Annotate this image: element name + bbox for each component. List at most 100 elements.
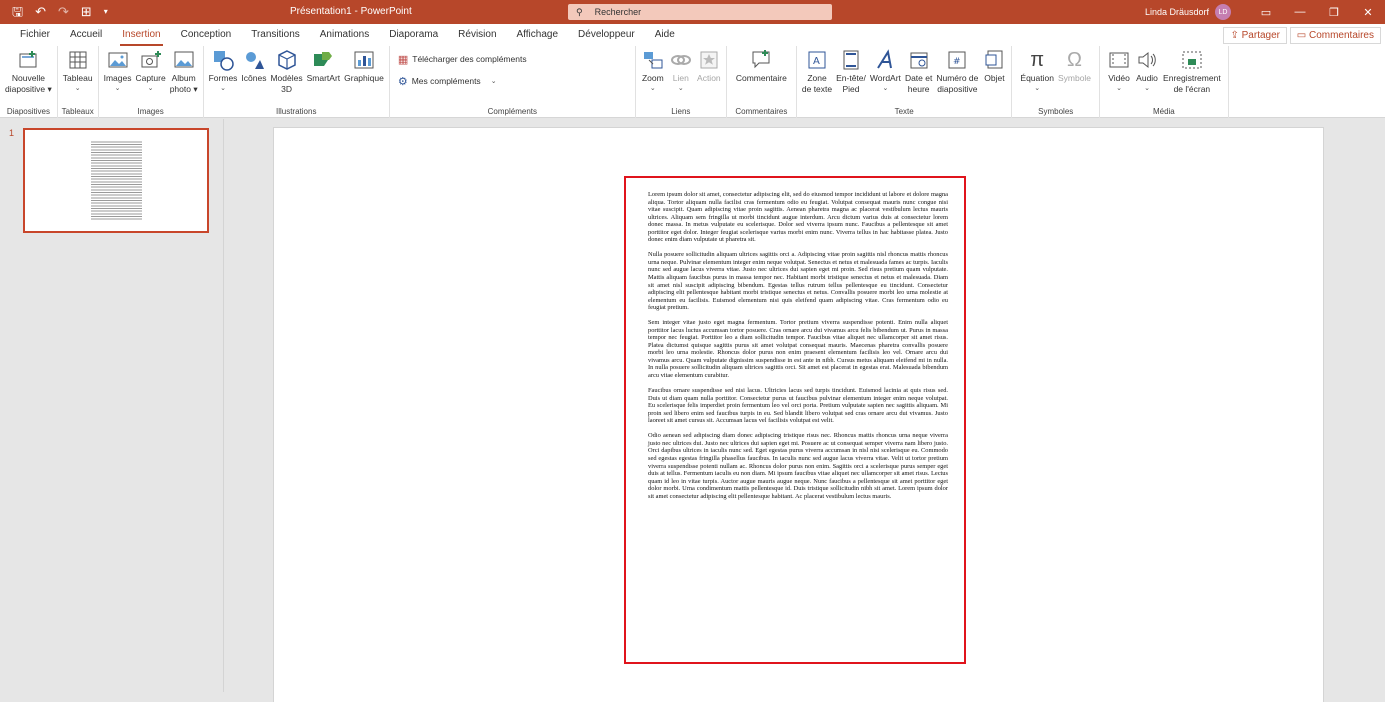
symbol-button[interactable]: Ω Symbole: [1056, 46, 1093, 84]
photo-album-icon: [172, 49, 196, 71]
tab-accueil[interactable]: Accueil: [60, 24, 112, 46]
icons-button[interactable]: Icônes: [239, 46, 268, 84]
restore-icon[interactable]: ❐: [1317, 6, 1351, 19]
text-box[interactable]: Lorem ipsum dolor sit amet, consectetur …: [624, 176, 966, 664]
chart-label: Graphique: [344, 73, 384, 84]
undo-icon[interactable]: ↶: [35, 4, 46, 20]
save-icon[interactable]: 🖫: [12, 4, 23, 20]
audio-button[interactable]: Audio ⌄: [1133, 46, 1161, 93]
table-button[interactable]: Tableau ⌄: [61, 46, 95, 93]
tab-fichier[interactable]: Fichier: [10, 24, 60, 46]
wordart-label: WordArt: [870, 73, 901, 84]
photo-album-button[interactable]: Album photo ▾: [168, 46, 200, 95]
smartart-button[interactable]: SmartArt: [305, 46, 343, 84]
chart-button[interactable]: Graphique: [342, 46, 386, 84]
text-box-label-2: de texte: [802, 84, 832, 95]
get-addins-label: Télécharger des compléments: [412, 54, 526, 64]
thumbnail-text-preview: [91, 140, 142, 220]
customize-toolbar-icon[interactable]: ▾: [104, 4, 108, 20]
close-icon[interactable]: ✕: [1351, 6, 1385, 19]
share-button[interactable]: ⇪ Partager: [1223, 27, 1287, 44]
new-slide-button[interactable]: Nouvelle diapositive ▾: [3, 46, 54, 95]
minimize-icon[interactable]: —: [1283, 6, 1317, 18]
group-liens: Zoom ⌄ Lien ⌄ Action Liens: [636, 46, 727, 118]
tab-animations[interactable]: Animations: [310, 24, 379, 46]
text-box-button[interactable]: A Zone de texte: [800, 46, 834, 95]
3d-models-label-2: 3D: [281, 84, 292, 95]
comment-icon: [749, 49, 773, 71]
paragraph: Nulla posuere sollicitudin aliquam ultri…: [648, 251, 948, 311]
zoom-button[interactable]: Zoom ⌄: [639, 46, 667, 93]
symbol-label: Symbole: [1058, 73, 1091, 84]
video-icon: [1107, 49, 1131, 71]
shapes-button[interactable]: Formes ⌄: [207, 46, 240, 93]
tab-insertion[interactable]: Insertion: [112, 24, 170, 46]
photo-album-label-2: photo ▾: [170, 84, 198, 95]
ribbon-display-options-icon[interactable]: ▭: [1249, 6, 1283, 19]
speaker-icon: [1135, 49, 1159, 71]
group-texte: A Zone de texte En-tête/ Pied WordArt ⌄ …: [797, 46, 1013, 118]
header-footer-label-2: Pied: [843, 84, 860, 95]
group-complements: ▦ Télécharger des compléments ⚙ Mes comp…: [390, 46, 636, 118]
images-label: Images: [104, 73, 132, 84]
group-tableaux: Tableau ⌄ Tableaux: [58, 46, 99, 118]
group-label-images: Images: [99, 107, 203, 116]
svg-text:#: #: [953, 57, 961, 67]
window-title: Présentation1 - PowerPoint: [290, 0, 412, 24]
tab-revision[interactable]: Révision: [448, 24, 506, 46]
screen-recording-button[interactable]: Enregistrement de l'écran: [1161, 46, 1223, 95]
audio-label: Audio: [1136, 73, 1158, 84]
tab-diaporama[interactable]: Diaporama: [379, 24, 448, 46]
get-addins-button[interactable]: ▦ Télécharger des compléments: [398, 50, 527, 68]
tab-affichage[interactable]: Affichage: [507, 24, 569, 46]
screenshot-button[interactable]: Capture ⌄: [133, 46, 167, 93]
group-label-texte: Texte: [797, 107, 1012, 116]
search-placeholder: Rechercher: [595, 7, 642, 17]
link-icon: [669, 49, 693, 71]
group-label-commentaires: Commentaires: [727, 107, 796, 116]
presentation-start-icon[interactable]: ⊞: [81, 4, 92, 20]
3d-models-label-1: Modèles: [270, 73, 302, 84]
object-button[interactable]: Objet: [980, 46, 1008, 84]
equation-button[interactable]: π Équation ⌄: [1018, 46, 1056, 93]
slide-number-button[interactable]: # Numéro de diapositive: [934, 46, 980, 95]
main-area: 1 Lorem ipsum dolor sit amet, consectetu…: [0, 119, 1385, 692]
tab-aide[interactable]: Aide: [645, 24, 685, 46]
wordart-button[interactable]: WordArt ⌄: [868, 46, 903, 93]
redo-icon[interactable]: ↷: [58, 4, 69, 20]
header-footer-button[interactable]: En-tête/ Pied: [834, 46, 868, 95]
search-icon: ⚲: [576, 7, 583, 18]
title-bar: 🖫 ↶ ↷ ⊞ ▾ Présentation1 - PowerPoint ⚲ R…: [0, 0, 1385, 24]
tab-transitions[interactable]: Transitions: [241, 24, 310, 46]
date-time-button[interactable]: Date et heure: [903, 46, 934, 95]
date-time-label-1: Date et: [905, 73, 932, 84]
slide-canvas: Lorem ipsum dolor sit amet, consectetur …: [224, 119, 1385, 692]
link-button[interactable]: Lien ⌄: [667, 46, 695, 93]
chevron-down-icon: ⌄: [678, 84, 684, 93]
slide-thumbnail[interactable]: [23, 128, 209, 233]
slide[interactable]: Lorem ipsum dolor sit amet, consectetur …: [274, 128, 1323, 702]
avatar[interactable]: LD: [1215, 4, 1231, 20]
text-box-label-1: Zone: [807, 73, 826, 84]
3d-models-button[interactable]: Modèles 3D: [268, 46, 304, 95]
tab-conception[interactable]: Conception: [171, 24, 242, 46]
photo-album-label-1: Album: [172, 73, 196, 84]
new-slide-label-1: Nouvelle: [12, 73, 45, 84]
slide-thumbnails-pane: 1: [0, 119, 224, 692]
slide-number: 1: [9, 128, 14, 138]
action-star-icon: [697, 49, 721, 71]
images-button[interactable]: Images ⌄: [102, 46, 134, 93]
comment-icon: ▭: [1297, 30, 1309, 41]
new-slide-label-2: diapositive ▾: [5, 84, 52, 95]
search-box[interactable]: ⚲ Rechercher: [568, 4, 832, 20]
icons-icon: [242, 49, 266, 71]
new-comment-button[interactable]: Commentaire: [730, 46, 793, 84]
my-addins-button[interactable]: ⚙ Mes compléments ⌄: [398, 72, 497, 90]
action-button[interactable]: Action: [695, 46, 723, 84]
pi-icon: π: [1025, 49, 1049, 71]
user-name[interactable]: Linda Dräusdorf: [1145, 7, 1209, 17]
comments-button[interactable]: ▭ Commentaires: [1290, 27, 1381, 44]
video-button[interactable]: Vidéo ⌄: [1105, 46, 1133, 93]
store-icon: ▦: [398, 53, 408, 66]
tab-developpeur[interactable]: Développeur: [568, 24, 645, 46]
